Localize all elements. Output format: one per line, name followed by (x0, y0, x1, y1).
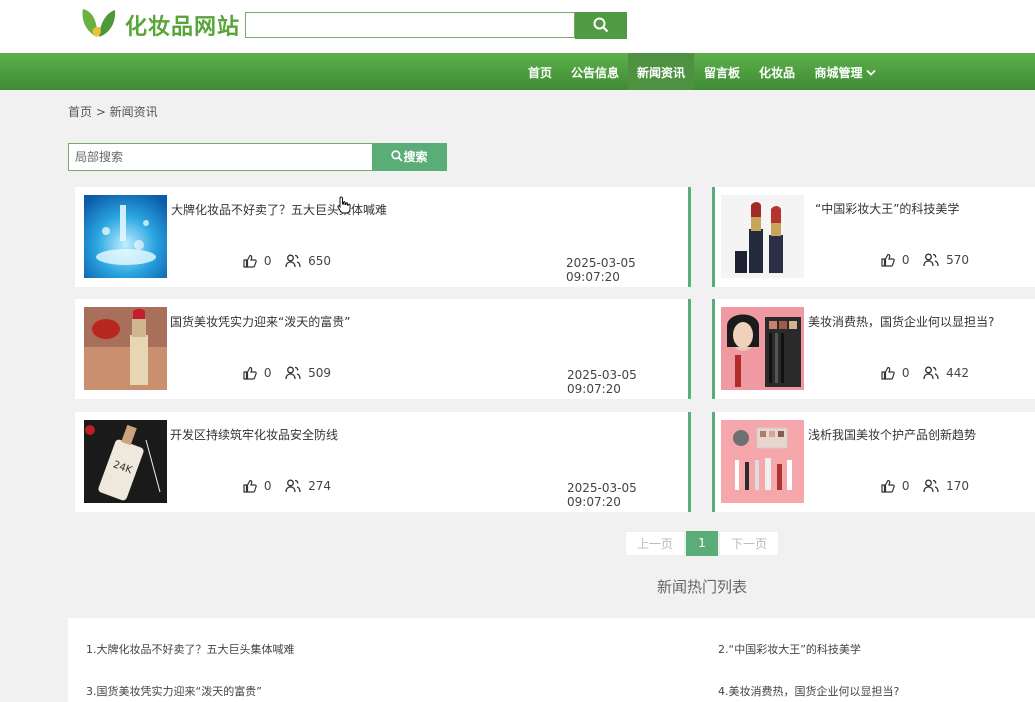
view-count: 170 (946, 479, 970, 493)
like-count: 0 (263, 479, 272, 493)
thumbs-up-icon[interactable] (881, 479, 895, 493)
thumbs-up-icon[interactable] (881, 253, 895, 267)
site-title: 化妆品网站 (125, 15, 241, 40)
search-input[interactable] (245, 12, 575, 38)
view-count: 570 (946, 253, 970, 267)
news-title[interactable]: 国货美妆凭实力迎来“泼天的富贵” (170, 313, 350, 330)
hot-list-title: 新闻热门列表 (657, 578, 748, 596)
thumbs-up-icon[interactable] (243, 366, 257, 380)
hand-cursor-icon (337, 196, 351, 214)
users-icon (285, 254, 301, 268)
nav-announcements[interactable]: 公告信息 (566, 53, 624, 90)
thumbs-up-icon[interactable] (881, 366, 895, 380)
news-stats: 0 170 (881, 479, 969, 493)
users-icon (285, 366, 301, 380)
news-date: 2025-03-05 09:07:20 (567, 368, 637, 396)
news-card[interactable]: 大牌化妆品不好卖了？五大巨头集体喊难 0 650 2025-03-05 09:0… (75, 187, 691, 287)
thumbs-up-icon[interactable] (243, 479, 257, 493)
nav-message-board-label: 留言板 (703, 66, 740, 80)
view-count: 509 (308, 366, 332, 380)
news-card[interactable]: 国货美妆凭实力迎来“泼天的富贵” 0 509 2025-03-05 09:07:… (75, 299, 691, 399)
breadcrumb[interactable]: 首页 > 新闻资讯 (68, 103, 158, 120)
news-stats: 0 650 (243, 254, 331, 268)
like-count: 0 (901, 479, 910, 493)
view-count: 274 (308, 479, 332, 493)
search-icon (593, 17, 609, 33)
users-icon (923, 253, 939, 267)
hot-list: 1.大牌化妆品不好卖了？五大巨头集体喊难 2.“中国彩妆大王”的科技美学 3.国… (68, 618, 1035, 702)
like-count: 0 (901, 366, 910, 380)
users-icon (923, 479, 939, 493)
news-title[interactable]: 浅析我国美妆个护产品创新趋势 (808, 426, 976, 443)
current-page[interactable]: 1 (686, 531, 718, 556)
chevron-down-icon (865, 53, 876, 93)
nav-announcements-label: 公告信息 (570, 66, 619, 80)
news-thumbnail (721, 307, 804, 390)
view-count: 650 (308, 254, 332, 268)
news-card[interactable]: 24K 开发区持续筑牢化妆品安全防线 0 274 2025-03-05 09:0… (75, 412, 691, 512)
leaf-logo (82, 9, 116, 37)
nav-news-label: 新闻资讯 (636, 66, 685, 80)
nav-cosmetics[interactable]: 化妆品 (753, 53, 801, 90)
news-title[interactable]: “中国彩妆大王”的科技美学 (815, 200, 959, 217)
news-thumbnail (721, 195, 804, 278)
news-title[interactable]: 美妆消费热，国货企业何以显担当? (808, 313, 994, 330)
main-nav: 首页 公告信息 新闻资讯 留言板 化妆品 商城管理 (0, 53, 1035, 90)
like-count: 0 (901, 253, 910, 267)
nav-mall-management-label: 商城管理 (814, 66, 863, 80)
hot-list-item[interactable]: 1.大牌化妆品不好卖了？五大巨头集体喊难 (86, 641, 295, 657)
hot-list-item[interactable]: 4.美妆消费热，国货企业何以显担当? (718, 683, 899, 699)
news-card[interactable]: 浅析我国美妆个护产品创新趋势 0 170 (712, 412, 1035, 512)
top-bar: 化妆品网站 (0, 0, 1035, 53)
search-button[interactable] (575, 12, 627, 39)
hot-list-item[interactable]: 3.国货美妆凭实力迎来“泼天的富贵” (86, 683, 262, 699)
news-stats: 0 442 (881, 366, 969, 380)
nav-message-board[interactable]: 留言板 (698, 53, 746, 90)
nav-home[interactable]: 首页 (522, 53, 558, 90)
users-icon (285, 479, 301, 493)
news-stats: 0 509 (243, 366, 331, 380)
news-card[interactable]: 美妆消费热，国货企业何以显担当? 0 442 (712, 299, 1035, 399)
local-search-input[interactable] (68, 143, 373, 171)
news-thumbnail (84, 195, 167, 278)
prev-page-button[interactable]: 上一页 (625, 531, 685, 556)
local-search-button[interactable]: 搜索 (372, 143, 447, 171)
like-count: 0 (263, 366, 272, 380)
users-icon (923, 366, 939, 380)
nav-cosmetics-label: 化妆品 (758, 66, 795, 80)
news-thumbnail: 24K (84, 420, 167, 503)
news-date: 2025-03-05 09:07:20 (567, 481, 637, 509)
local-search-button-label: 搜索 (403, 150, 428, 164)
thumbs-up-icon[interactable] (243, 254, 257, 268)
next-page-button[interactable]: 下一页 (719, 531, 779, 556)
news-card[interactable]: “中国彩妆大王”的科技美学 0 570 (712, 187, 1035, 287)
nav-mall-management[interactable]: 商城管理 (809, 53, 881, 90)
news-stats: 0 570 (881, 253, 969, 267)
view-count: 442 (946, 366, 970, 380)
like-count: 0 (263, 254, 272, 268)
nav-news[interactable]: 新闻资讯 (628, 53, 694, 90)
news-stats: 0 274 (243, 479, 331, 493)
news-thumbnail (721, 420, 804, 503)
news-title[interactable]: 开发区持续筑牢化妆品安全防线 (170, 426, 338, 443)
hot-list-item[interactable]: 2.“中国彩妆大王”的科技美学 (718, 641, 861, 657)
news-title[interactable]: 大牌化妆品不好卖了？五大巨头集体喊难 (171, 201, 387, 218)
news-thumbnail (84, 307, 167, 390)
nav-home-label: 首页 (527, 66, 552, 80)
search-icon (391, 150, 403, 162)
news-date: 2025-03-05 09:07:20 (566, 256, 636, 284)
